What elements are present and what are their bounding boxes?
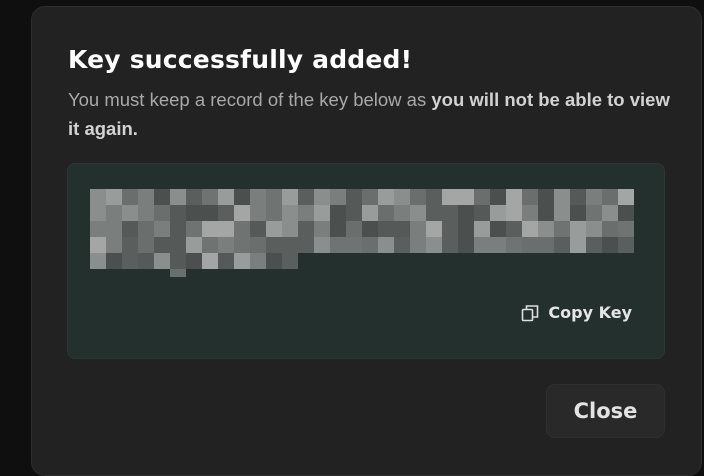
copy-key-button[interactable]: Copy Key — [521, 303, 632, 322]
copy-key-label: Copy Key — [548, 303, 632, 322]
close-button[interactable]: Close — [546, 384, 665, 438]
api-key-value-redacted — [68, 164, 664, 294]
key-added-dialog: Key successfully added! You must keep a … — [31, 6, 702, 476]
dialog-description: You must keep a record of the key below … — [68, 85, 678, 143]
dialog-title: Key successfully added! — [68, 45, 413, 74]
description-text: You must keep a record of the key below … — [68, 89, 432, 110]
key-box: Copy Key — [67, 163, 665, 359]
redacted-key-pixels — [90, 189, 634, 277]
copy-icon — [521, 304, 539, 322]
